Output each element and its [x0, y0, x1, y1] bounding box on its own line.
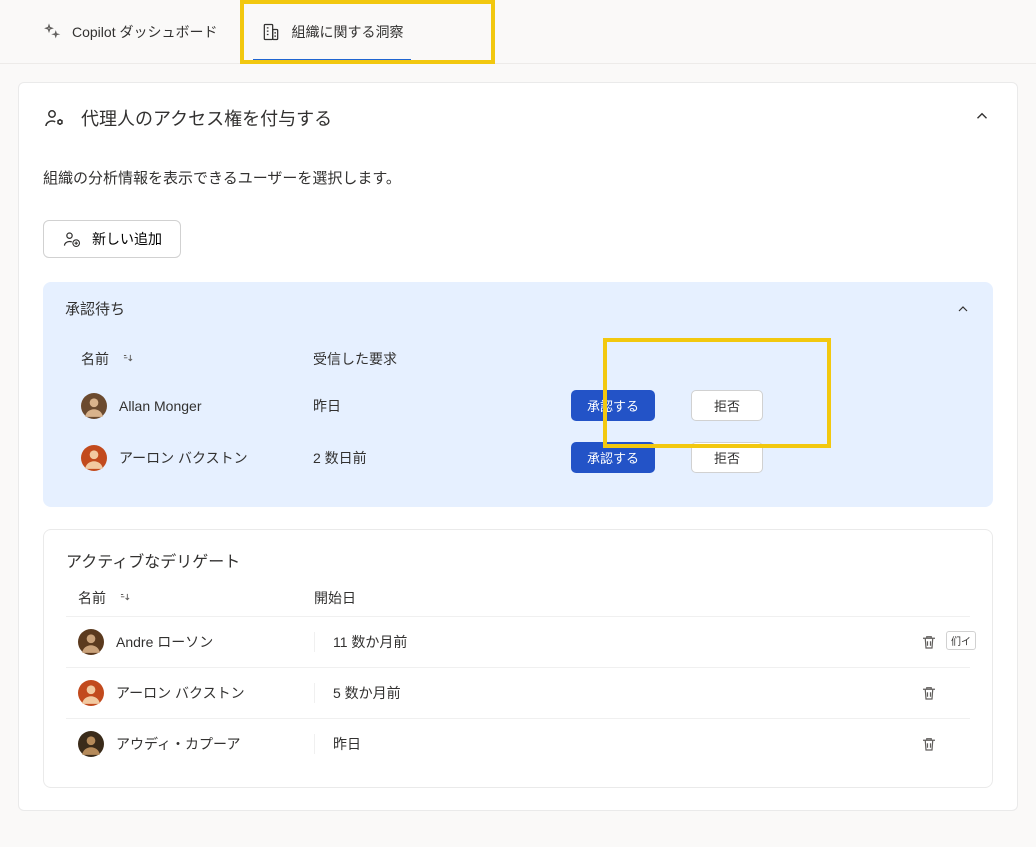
reject-button[interactable]: 拒否: [691, 442, 763, 473]
sort-icon[interactable]: [118, 591, 132, 605]
add-new-label: 新しい追加: [92, 229, 162, 249]
start-date: 11 数か月前: [333, 634, 407, 650]
delete-button[interactable]: 们イ: [920, 633, 970, 651]
delegate-access-card: 代理人のアクセス権を付与する 組織の分析情報を表示できるユーザーを選択します。 …: [18, 82, 1018, 811]
col-name-header[interactable]: 名前: [78, 588, 106, 608]
add-new-button[interactable]: 新しい追加: [43, 220, 181, 258]
person-add-icon: [62, 229, 82, 249]
tab-copilot-dashboard[interactable]: Copilot ダッシュボード: [20, 0, 239, 64]
approve-button[interactable]: 承認する: [571, 442, 655, 473]
avatar: [78, 680, 104, 706]
tab-org-insights[interactable]: 組織に関する洞察: [239, 0, 425, 64]
start-date: 5 数か月前: [333, 685, 401, 701]
request-time: 昨日: [313, 398, 341, 414]
user-name: アーロン バクストン: [119, 448, 248, 468]
pending-panel: 承認待ち 名前 受信した要求: [43, 282, 993, 507]
avatar: [81, 393, 107, 419]
user-name: アウディ・カプーア: [116, 734, 240, 754]
sort-icon[interactable]: [121, 352, 135, 366]
sparkle-icon: [42, 22, 62, 42]
table-row: Allan Monger 昨日 承認する 拒否: [65, 379, 971, 431]
col-name-header[interactable]: 名前: [81, 349, 109, 369]
avatar: [78, 731, 104, 757]
active-title: アクティブなデリゲート: [66, 548, 970, 572]
tab-label: 組織に関する洞察: [291, 22, 403, 42]
chevron-up-icon[interactable]: [973, 107, 991, 125]
table-row: アウディ・カプーア 昨日: [66, 718, 970, 769]
user-name: Andre ローソン: [116, 632, 213, 652]
col-start-header[interactable]: 開始日: [314, 590, 356, 606]
user-name: アーロン バクストン: [116, 683, 245, 703]
chevron-up-icon[interactable]: [955, 301, 971, 317]
table-row: アーロン バクストン 2 数日前 承認する 拒否: [65, 431, 971, 483]
tab-bar: Copilot ダッシュボード 組織に関する洞察: [0, 0, 1036, 64]
pending-title: 承認待ち: [65, 298, 125, 319]
avatar: [81, 445, 107, 471]
delete-tooltip: 们イ: [946, 631, 976, 650]
approve-button[interactable]: 承認する: [571, 390, 655, 421]
building-icon: [261, 22, 281, 42]
card-description: 組織の分析情報を表示できるユーザーを選択します。: [43, 167, 993, 188]
table-row: Andre ローソン 11 数か月前 们イ: [66, 616, 970, 667]
delete-button[interactable]: [920, 735, 970, 753]
delete-button[interactable]: [920, 684, 970, 702]
people-settings-icon: [43, 106, 67, 130]
user-name: Allan Monger: [119, 398, 202, 414]
table-row: アーロン バクストン 5 数か月前: [66, 667, 970, 718]
reject-button[interactable]: 拒否: [691, 390, 763, 421]
tab-label: Copilot ダッシュボード: [72, 22, 217, 42]
card-title: 代理人のアクセス権を付与する: [81, 105, 332, 131]
avatar: [78, 629, 104, 655]
active-delegates-panel: アクティブなデリゲート 名前 開始日: [43, 529, 993, 788]
col-request-header[interactable]: 受信した要求: [313, 351, 397, 367]
request-time: 2 数日前: [313, 450, 367, 466]
start-date: 昨日: [333, 736, 361, 752]
